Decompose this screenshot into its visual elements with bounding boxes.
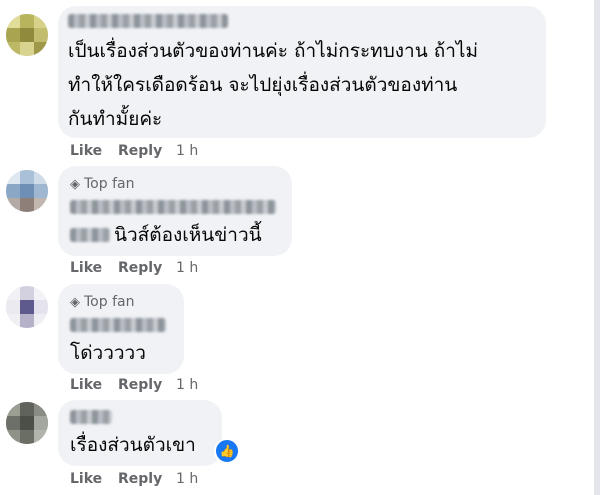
reply-button[interactable]: Reply [118, 143, 162, 159]
scrollbar-track[interactable] [594, 0, 600, 495]
badge-label: Top fan [84, 176, 135, 192]
comment-text: โด่ววววว [70, 342, 146, 364]
comment-text-line: เป็นเรื่องส่วนตัวของท่านค่ะ ถ้าไม่กระทบง… [68, 40, 478, 62]
comment-bubble: ◈ Top fan นิวส์ต้องเห็นข่าวนี้ [58, 166, 292, 256]
comment-bubble: ◈ Top fan โด่ววววว [58, 284, 184, 374]
timestamp[interactable]: 1 h [176, 471, 198, 487]
commenter-name-blurred[interactable] [68, 14, 228, 28]
mention-blurred[interactable] [70, 228, 110, 242]
comment-text: เรื่องส่วนตัวเขา [70, 434, 196, 456]
like-button[interactable]: Like [70, 471, 102, 487]
reply-button[interactable]: Reply [118, 471, 162, 487]
comment-text: นิวส์ต้องเห็นข่าวนี้ [114, 224, 262, 246]
like-button[interactable]: Like [70, 260, 102, 276]
avatar[interactable] [6, 14, 48, 56]
comment-text-line: ทำให้ใครเดือดร้อน จะไปยุ่งเรื่องส่วนตัวข… [68, 74, 458, 96]
badge-label: Top fan [84, 294, 135, 310]
comment-text-line: กันทำมั้ยค่ะ [68, 108, 163, 130]
reply-button[interactable]: Reply [118, 260, 162, 276]
avatar[interactable] [6, 170, 48, 212]
top-fan-badge: ◈ Top fan [70, 294, 134, 310]
diamond-icon: ◈ [70, 177, 80, 192]
reply-button[interactable]: Reply [118, 377, 162, 393]
comment-bubble: เป็นเรื่องส่วนตัวของท่านค่ะ ถ้าไม่กระทบง… [58, 6, 546, 138]
timestamp[interactable]: 1 h [176, 260, 198, 276]
like-button[interactable]: Like [70, 377, 102, 393]
commenter-name-blurred[interactable] [70, 318, 166, 332]
timestamp[interactable]: 1 h [176, 377, 198, 393]
timestamp[interactable]: 1 h [176, 143, 198, 159]
commenter-name-blurred[interactable] [70, 410, 112, 424]
avatar[interactable] [6, 402, 48, 444]
top-fan-badge: ◈ Top fan [70, 176, 134, 192]
diamond-icon: ◈ [70, 295, 80, 310]
commenter-name-blurred[interactable] [70, 200, 276, 214]
like-reaction-icon[interactable]: 👍 [214, 438, 240, 464]
avatar[interactable] [6, 286, 48, 328]
like-button[interactable]: Like [70, 143, 102, 159]
comment-bubble: เรื่องส่วนตัวเขา [58, 400, 222, 466]
